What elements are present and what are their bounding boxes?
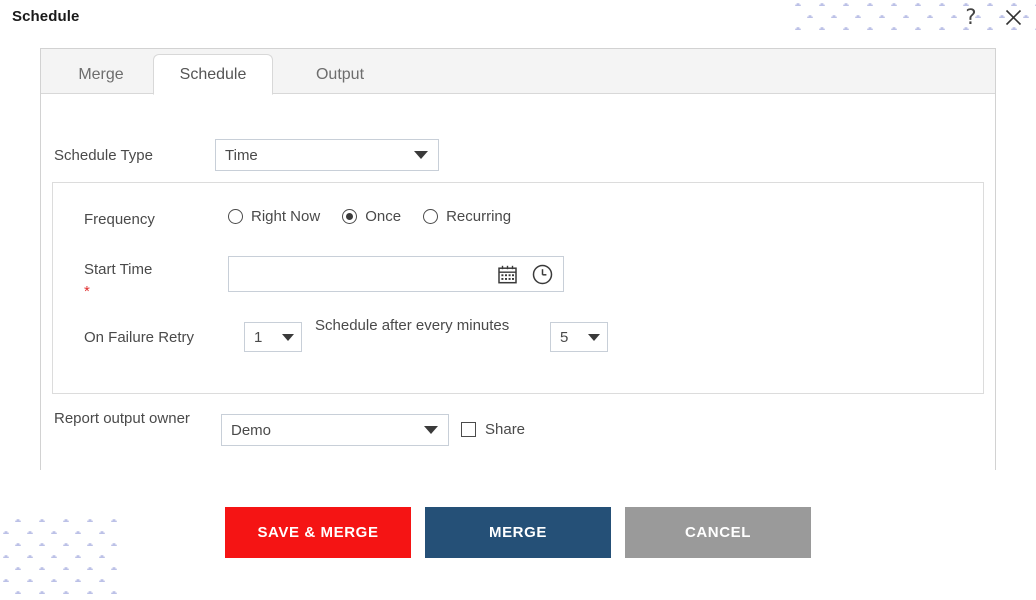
share-checkbox-control[interactable]: Share	[461, 421, 525, 438]
frequency-label: Frequency	[84, 211, 155, 228]
tab-merge-label: Merge	[78, 65, 124, 83]
chevron-down-icon	[414, 151, 428, 159]
chevron-down-icon	[588, 333, 600, 341]
start-time-label: Start Time	[84, 261, 153, 278]
start-time-input-wrapper	[228, 256, 564, 292]
radio-recurring[interactable]: Recurring	[423, 208, 511, 225]
checkbox-icon	[461, 422, 476, 437]
retry-minutes-value: 5	[560, 328, 569, 346]
question-mark-glyph: ?	[965, 4, 977, 29]
schedule-type-value: Time	[225, 146, 258, 164]
clock-glyph	[532, 264, 553, 285]
footer-button-bar: SAVE & MERGE MERGE CANCEL	[0, 507, 1036, 559]
start-time-input[interactable]	[229, 257, 499, 291]
schedule-type-label: Schedule Type	[54, 147, 153, 164]
radio-circle-icon	[228, 209, 243, 224]
tab-output-label: Output	[315, 65, 365, 83]
radio-recurring-label: Recurring	[446, 208, 512, 225]
radio-circle-icon	[423, 209, 439, 224]
frequency-group: Frequency Right Now Once Recurring Start…	[52, 182, 984, 394]
retry-count-select[interactable]: 1	[244, 322, 302, 352]
schedule-dialog-panel: Merge Schedule Output Schedule Type Time…	[40, 48, 996, 470]
close-glyph	[1005, 9, 1021, 25]
on-failure-retry-label: On Failure Retry	[84, 329, 195, 346]
radio-right-now[interactable]: Right Now	[228, 208, 320, 225]
share-label: Share	[485, 421, 526, 438]
frequency-radio-group: Right Now Once Recurring	[228, 208, 533, 225]
schedule-type-select[interactable]: Time	[215, 139, 439, 171]
retry-minutes-select[interactable]: 5	[550, 322, 608, 352]
panel-body: Schedule Type Time Frequency Right Now O…	[41, 94, 995, 470]
chevron-down-icon	[424, 426, 438, 434]
radio-circle-selected-icon	[342, 209, 358, 224]
retry-interval-label: Schedule after every minutes	[315, 317, 510, 334]
help-icon[interactable]: ?	[956, 2, 986, 32]
page-title: Schedule	[12, 8, 80, 25]
cancel-button[interactable]: CANCEL	[625, 507, 811, 558]
radio-once[interactable]: Once	[342, 208, 401, 225]
calendar-icon[interactable]	[498, 265, 517, 289]
retry-count-value: 1	[254, 328, 263, 346]
report-output-owner-select[interactable]: Demo	[221, 414, 449, 446]
calendar-glyph	[498, 265, 517, 284]
save-and-merge-button[interactable]: SAVE & MERGE	[225, 507, 411, 558]
radio-right-now-label: Right Now	[251, 208, 321, 225]
chevron-down-icon	[282, 333, 294, 341]
merge-button[interactable]: MERGE	[425, 507, 611, 558]
tab-schedule-label: Schedule	[179, 65, 247, 83]
required-asterisk: *	[84, 283, 90, 300]
tab-schedule[interactable]: Schedule	[153, 54, 273, 95]
radio-once-label: Once	[365, 208, 402, 225]
tab-merge[interactable]: Merge	[53, 55, 149, 94]
window-header: Schedule ?	[0, 0, 1036, 36]
report-output-owner-value: Demo	[231, 421, 272, 439]
report-output-owner-label: Report output owner	[54, 410, 190, 427]
close-icon[interactable]	[998, 2, 1028, 32]
tab-strip: Merge Schedule Output	[41, 49, 995, 95]
tab-output[interactable]: Output	[289, 55, 391, 94]
clock-icon[interactable]	[532, 264, 553, 290]
